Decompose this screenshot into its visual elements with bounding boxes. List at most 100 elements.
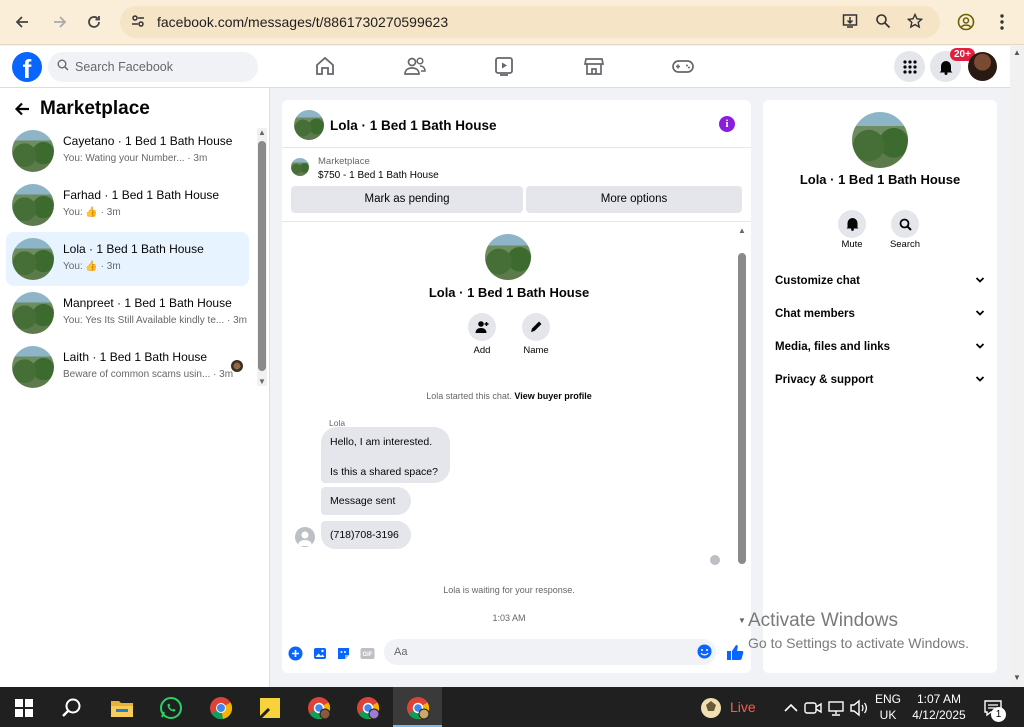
listing-thumbnail-large — [852, 112, 908, 168]
conversation-name: Manpreet · 1 Bed 1 Bath House — [63, 296, 232, 310]
sidebar-header: Marketplace — [14, 98, 150, 120]
add-label: Add — [473, 345, 491, 356]
chat-details-panel: Lola · 1 Bed 1 Bath House Mute Search Cu… — [763, 100, 997, 673]
chat-title[interactable]: Lola · 1 Bed 1 Bath House — [330, 118, 497, 133]
page-scrollbar[interactable]: ▲ ▼ — [1010, 46, 1024, 687]
live-label[interactable]: Live — [730, 699, 756, 715]
scroll-up-icon[interactable]: ▲ — [1013, 48, 1021, 57]
back-arrow-icon[interactable] — [14, 101, 30, 117]
install-app-icon[interactable] — [842, 13, 860, 31]
account-avatar[interactable] — [968, 52, 997, 81]
more-options-button[interactable]: More options — [526, 186, 742, 213]
seen-avatar — [231, 360, 243, 372]
message-text: Message sent — [330, 495, 396, 507]
photo-icon[interactable] — [313, 646, 328, 661]
view-buyer-profile-link[interactable]: View buyer profile — [514, 391, 591, 401]
facebook-search-input[interactable]: Search Facebook — [48, 52, 258, 82]
mark-pending-button[interactable]: Mark as pending — [291, 186, 523, 213]
sidebar-scrollbar[interactable]: ▲ ▼ — [257, 128, 267, 386]
conversation-preview: You: Yes Its Still Available kindly te..… — [63, 315, 247, 326]
search-conversation-button[interactable] — [891, 210, 919, 238]
customize-chat-section[interactable]: Customize chat — [775, 275, 985, 287]
message-input[interactable]: Aa — [384, 639, 716, 665]
notification-count-badge: 1 — [991, 707, 1006, 722]
message-composer: GIF Aa — [282, 637, 751, 673]
live-ball-icon[interactable] — [698, 695, 724, 721]
chrome-profile-icon[interactable] — [355, 695, 381, 721]
whatsapp-icon[interactable] — [158, 695, 184, 721]
scroll-up-icon[interactable]: ▲ — [258, 128, 266, 137]
plus-circle-icon[interactable] — [288, 646, 303, 661]
scrollbar-thumb[interactable] — [258, 141, 266, 371]
thumbs-up-icon[interactable] — [726, 643, 744, 661]
search-label: Search — [889, 239, 921, 250]
sticky-notes-icon[interactable] — [257, 695, 283, 721]
conversation-item-active[interactable]: Lola · 1 Bed 1 Bath House You: 👍 · 3m — [6, 232, 249, 286]
chat-members-section[interactable]: Chat members — [775, 308, 985, 320]
chrome-profile-icon[interactable] — [306, 695, 332, 721]
scrollbar-thumb[interactable] — [738, 253, 746, 564]
conversation-item[interactable]: Cayetano · 1 Bed 1 Bath House You: Watin… — [6, 124, 249, 178]
listing-banner: Marketplace $750 - 1 Bed 1 Bath House Ma… — [282, 148, 751, 222]
listing-thumbnail — [12, 130, 54, 172]
gaming-icon[interactable] — [671, 55, 697, 79]
bookmark-star-icon[interactable] — [907, 13, 925, 31]
conversation-name: Farhad · 1 Bed 1 Bath House — [63, 188, 220, 202]
windows-start-icon[interactable] — [11, 695, 37, 721]
chevron-down-icon — [975, 374, 985, 386]
search-icon[interactable] — [59, 695, 85, 721]
listing-price[interactable]: $750 - 1 Bed 1 Bath House — [318, 170, 439, 181]
emoji-icon[interactable] — [697, 644, 712, 659]
chat-scrollbar[interactable]: ▲ ▼ — [737, 226, 747, 629]
listing-thumbnail — [291, 158, 309, 176]
chevron-down-icon — [975, 341, 985, 353]
listing-thumbnail — [12, 184, 54, 226]
menu-grid-icon[interactable] — [894, 51, 925, 82]
address-bar[interactable]: facebook.com/messages/t/8861730270599623 — [120, 6, 940, 38]
friends-icon[interactable] — [403, 55, 429, 79]
conversation-name: Lola · 1 Bed 1 Bath House — [63, 242, 204, 256]
home-icon[interactable] — [314, 55, 340, 79]
forward-icon[interactable] — [48, 10, 72, 34]
conversation-item[interactable]: Manpreet · 1 Bed 1 Bath House You: Yes I… — [6, 286, 249, 340]
media-files-section[interactable]: Media, files and links — [775, 341, 985, 353]
system-clock[interactable]: 1:07 AM 4/12/2025 — [908, 691, 970, 723]
scroll-up-icon[interactable]: ▲ — [738, 226, 746, 235]
edit-name-button[interactable] — [522, 313, 550, 341]
gif-icon[interactable]: GIF — [360, 646, 375, 661]
mute-button[interactable] — [838, 210, 866, 238]
mute-label: Mute — [841, 239, 863, 250]
conversation-preview: Beware of common scams usin... · 3m — [63, 369, 234, 380]
chat-header: Lola · 1 Bed 1 Bath House i — [282, 100, 751, 148]
info-icon[interactable]: i — [719, 116, 735, 132]
back-icon[interactable] — [10, 10, 34, 34]
conversation-name: Cayetano · 1 Bed 1 Bath House — [63, 134, 233, 148]
reload-icon[interactable] — [82, 10, 106, 34]
zoom-icon[interactable] — [875, 13, 893, 31]
scroll-down-icon[interactable]: ▼ — [1013, 673, 1021, 682]
privacy-support-section[interactable]: Privacy & support — [775, 374, 985, 386]
facebook-logo-icon[interactable]: f — [12, 52, 42, 82]
file-explorer-icon[interactable] — [109, 695, 135, 721]
input-language[interactable]: ENG UK — [872, 691, 904, 723]
menu-kebab-icon[interactable] — [990, 10, 1014, 34]
marketplace-icon[interactable] — [583, 55, 609, 79]
chrome-icon[interactable] — [208, 695, 234, 721]
chrome-profile-icon[interactable] — [405, 695, 431, 721]
sticker-icon[interactable] — [336, 646, 351, 661]
conversation-item[interactable]: Laith · 1 Bed 1 Bath House Beware of com… — [6, 340, 249, 394]
conversation-item[interactable]: Farhad · 1 Bed 1 Bath House You: 👍 · 3m — [6, 178, 249, 232]
volume-icon[interactable] — [846, 695, 872, 721]
listing-thumbnail — [12, 346, 54, 388]
thread-title: Lola · 1 Bed 1 Bath House — [428, 285, 590, 300]
add-person-button[interactable] — [468, 313, 496, 341]
watch-video-icon[interactable] — [493, 55, 519, 79]
profile-icon[interactable] — [954, 10, 978, 34]
scroll-down-icon[interactable]: ▼ — [738, 616, 746, 625]
site-settings-icon[interactable] — [130, 13, 148, 31]
scroll-down-icon[interactable]: ▼ — [258, 377, 266, 386]
sender-avatar[interactable] — [295, 527, 315, 547]
conversation-preview: You: Wating your Number... · 3m — [63, 153, 208, 164]
listing-thumbnail[interactable] — [294, 110, 324, 140]
name-label: Name — [523, 345, 549, 356]
